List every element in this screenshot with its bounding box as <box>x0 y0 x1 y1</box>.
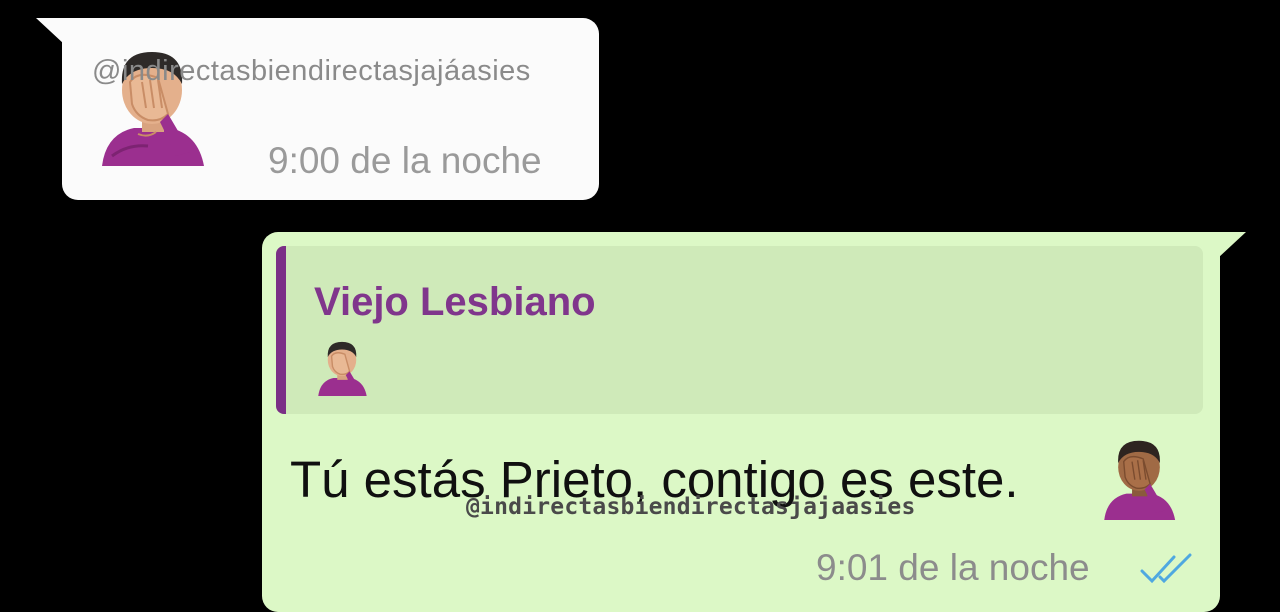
double-check-read-icon <box>1140 553 1192 584</box>
watermark-text: @indirectasbiendirectasjajaasies <box>466 494 916 520</box>
message-timestamp: 9:00 de la noche <box>268 140 542 181</box>
quote-accent-bar <box>276 246 286 414</box>
man-facepalming-emoji-dark-skin <box>1104 440 1176 520</box>
outgoing-bubble-tail <box>1218 232 1246 258</box>
man-facepalming-emoji <box>318 341 367 396</box>
message-timestamp: 9:01 de la noche <box>816 547 1090 588</box>
quoted-author-name: Viejo Lesbiano <box>314 280 596 324</box>
watermark-text: @indirectasbiendirectasjajáasies <box>92 55 531 87</box>
quoted-reply[interactable]: Viejo Lesbiano <box>276 246 1203 414</box>
incoming-bubble-tail <box>36 18 64 44</box>
